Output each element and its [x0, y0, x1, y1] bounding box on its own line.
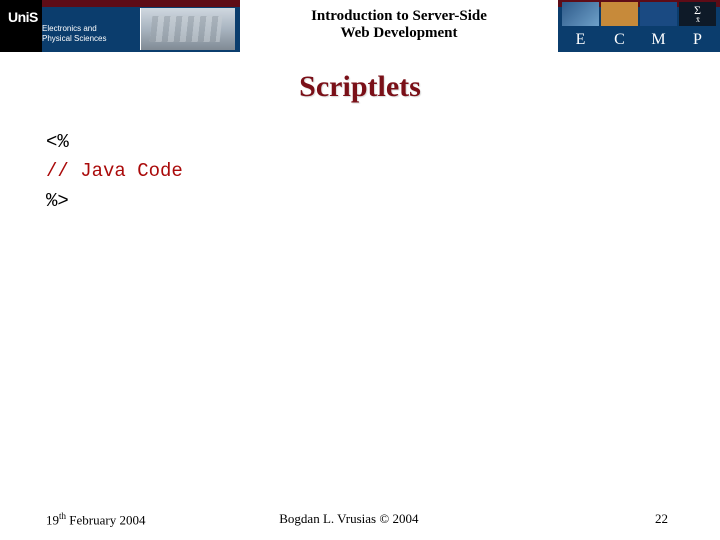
- footer-date: 19th February 2004: [46, 511, 145, 528]
- slide-title: Scriptlets: [0, 70, 720, 104]
- dept-line-2: Physical Sciences: [42, 34, 106, 44]
- course-title-line-1: Introduction to Server-Side: [240, 8, 558, 25]
- code-close-tag: %>: [46, 187, 720, 216]
- university-logo: UniS: [8, 10, 38, 25]
- letter-e: E: [562, 28, 599, 52]
- brain-icon: [601, 2, 638, 26]
- department-text: Electronics and Physical Sciences: [42, 24, 106, 43]
- code-comment: // Java Code: [46, 157, 720, 186]
- date-rest: February 2004: [66, 512, 145, 527]
- header-left: UniS Electronics and Physical Sciences: [0, 0, 240, 52]
- letter-p: P: [679, 28, 716, 52]
- footer-page: 22: [655, 511, 668, 528]
- footer-author: Bogdan L. Vrusias © 2004: [279, 511, 418, 527]
- sigma-sub: x̄: [696, 16, 699, 24]
- course-title-line-2: Web Development: [240, 25, 558, 42]
- sigma-icon: Σ x̄: [679, 2, 716, 26]
- letter-c: C: [601, 28, 638, 52]
- footer: 19th February 2004 Bogdan L. Vrusias © 2…: [0, 511, 720, 528]
- logo-grid: Σ x̄ E C M P: [562, 2, 716, 50]
- dept-line-1: Electronics and: [42, 24, 106, 34]
- date-day: 19: [46, 512, 59, 527]
- code-block: <% // Java Code %>: [46, 128, 720, 216]
- date-suffix: th: [59, 511, 66, 521]
- persons-icon: [640, 2, 677, 26]
- unis-text: UniS: [8, 9, 38, 25]
- header-band: UniS Electronics and Physical Sciences I…: [0, 0, 720, 52]
- letter-m: M: [640, 28, 677, 52]
- header-center: Introduction to Server-Side Web Developm…: [240, 0, 558, 52]
- code-open-tag: <%: [46, 128, 720, 157]
- dark-corner: [0, 0, 42, 52]
- header-right: Σ x̄ E C M P: [558, 0, 720, 52]
- fluid-icon: [562, 2, 599, 26]
- building-photo: [140, 8, 235, 50]
